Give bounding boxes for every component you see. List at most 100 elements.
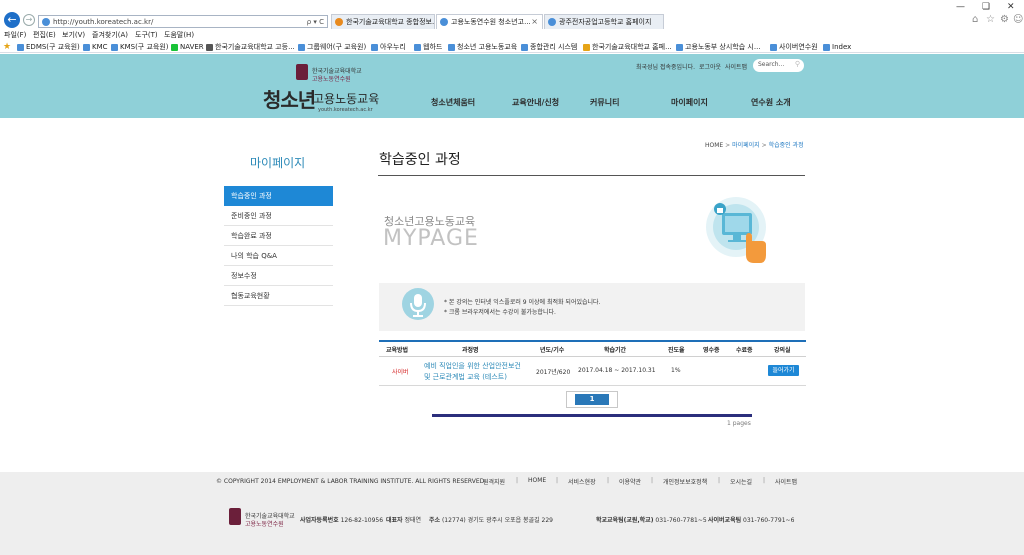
footer-separator: |	[718, 477, 721, 484]
close-window-icon[interactable]: ✕	[1007, 2, 1015, 12]
institute-logo-icon[interactable]	[296, 64, 308, 80]
sidebar-item-cooperation[interactable]: 협동교육현황	[224, 286, 333, 306]
favorite-link[interactable]: 청소년 고용노동교육	[447, 42, 517, 52]
favorite-icon	[676, 44, 683, 51]
footer-link-terms[interactable]: 이용약관	[619, 477, 641, 486]
address-bar[interactable]: http://youth.koreatech.ac.kr/ ρ ▾ C	[38, 15, 328, 28]
table-header-divider	[379, 356, 806, 357]
breadcrumb-section[interactable]: 마이페이지	[732, 142, 760, 149]
favorite-link[interactable]: 종합관리 시스템	[520, 42, 577, 52]
menu-help[interactable]: 도움말(H)	[164, 30, 194, 41]
favorite-link[interactable]: 한국기술교육대학교 홈페...	[582, 42, 672, 52]
browser-tab-1[interactable]: 한국기술교육대학교 종합정보...	[331, 14, 435, 29]
address-tools[interactable]: ρ ▾ C	[307, 17, 324, 27]
favorite-link[interactable]: 한국기술교육대학교 고등...	[205, 42, 295, 52]
enter-classroom-button[interactable]: 들어가기	[768, 365, 799, 376]
nav-mypage[interactable]: 마이페이지	[671, 97, 708, 108]
back-button[interactable]: ←	[4, 12, 20, 28]
brand-subtitle[interactable]: 고용노동교육	[313, 90, 379, 107]
pages-count: 1 pages	[727, 420, 751, 427]
forward-button[interactable]: →	[23, 14, 35, 26]
notice-ie: * 본 강의는 인터넷 익스플로러 9 이상에 최적화 되어있습니다.	[444, 299, 601, 306]
tab-title: 한국기술교육대학교 종합정보...	[346, 18, 435, 26]
favorite-icon	[823, 44, 830, 51]
welcome-text: 최국성님 접속중입니다.	[636, 64, 696, 71]
nav-education[interactable]: 교육안내/신청	[512, 97, 559, 108]
search-input[interactable]: Search... ⚲	[753, 59, 804, 72]
notice-box	[379, 283, 805, 331]
notice-chrome: * 크롬 브라우저에서는 수강이 불가능합니다.	[444, 309, 556, 316]
footer-link-charter[interactable]: 서비스현장	[568, 477, 596, 486]
menu-file[interactable]: 파일(F)	[4, 30, 26, 41]
favorite-link[interactable]: 고용노동부 상시학습 시...	[675, 42, 761, 52]
menu-view[interactable]: 보기(V)	[62, 30, 85, 41]
title-divider	[378, 175, 805, 176]
page-1-button[interactable]: 1	[575, 394, 609, 405]
menu-favorites[interactable]: 즐겨찾기(A)	[92, 30, 128, 41]
table-header-progress: 진도율	[668, 347, 685, 354]
minimize-icon[interactable]: —	[956, 2, 965, 12]
search-placeholder: Search...	[758, 61, 785, 68]
footer-link-remote[interactable]: 원격지원	[483, 477, 505, 486]
table-header-method: 교육방법	[386, 347, 409, 354]
favorite-icon	[371, 44, 378, 51]
breadcrumb-home[interactable]: HOME	[705, 142, 723, 149]
sidebar-item-profile[interactable]: 정보수정	[224, 266, 333, 286]
favorite-link[interactable]: Index	[822, 42, 851, 52]
breadcrumb-separator: >	[725, 142, 731, 149]
brand-url: youth.koreatech.ac.kr	[318, 107, 373, 113]
browser-tab-3[interactable]: 광주전자공업고등학교 홈페이지	[544, 14, 664, 29]
search-icon[interactable]: ⚲	[795, 60, 800, 68]
logout-link[interactable]: 로그아웃	[699, 62, 721, 71]
tab-close-icon[interactable]: ×	[531, 15, 538, 29]
address-url[interactable]: http://youth.koreatech.ac.kr/	[53, 17, 153, 27]
settings-gear-icon[interactable]: ⚙	[1000, 14, 1009, 25]
favorites-star-icon[interactable]: ☆	[986, 14, 995, 25]
tab-favicon-icon	[548, 18, 556, 26]
footer-separator: |	[556, 477, 559, 484]
institute-subname: 고용노동연수원	[312, 76, 351, 83]
footer-business-number: 사업자등록번호 126-82-10956	[300, 517, 384, 524]
sidebar-item-preparing[interactable]: 준비중인 과정	[224, 206, 333, 226]
sitemap-link[interactable]: 사이트맵	[725, 62, 747, 71]
browser-menubar: 파일(F) 편집(E) 보기(V) 즐겨찾기(A) 도구(T) 도움말(H)	[0, 30, 1024, 41]
footer-link-directions[interactable]: 오시는길	[730, 477, 752, 486]
nav-community[interactable]: 커뮤니티	[590, 97, 619, 108]
footer-link-privacy[interactable]: 개인정보보호정책	[663, 477, 707, 486]
footer-separator: |	[651, 477, 654, 484]
favorite-link[interactable]: KMS(구 교육원)	[110, 42, 169, 52]
footer-link-home[interactable]: HOME	[528, 477, 546, 484]
menu-tools[interactable]: 도구(T)	[135, 30, 158, 41]
brand-title[interactable]: 청소년	[263, 84, 316, 113]
sidebar-item-completed[interactable]: 학습완료 과정	[224, 226, 333, 246]
sidebar-item-qna[interactable]: 나의 학습 Q&A	[224, 246, 333, 266]
pagination: 1	[566, 391, 618, 408]
menu-edit[interactable]: 편집(E)	[33, 30, 56, 41]
favorite-link[interactable]: 웹하드	[413, 42, 442, 52]
table-header-course: 과정명	[462, 347, 479, 354]
nav-youth[interactable]: 청소년체움터	[431, 97, 475, 108]
row-method: 사이버	[392, 369, 409, 376]
browser-tab-2[interactable]: 고용노동연수원 청소년고... ×	[436, 14, 543, 29]
favorite-link[interactable]: 사이버연수원	[769, 42, 818, 52]
breadcrumb-separator: >	[761, 142, 767, 149]
favorite-link[interactable]: EDMS(구 교육원)	[16, 42, 80, 52]
row-year: 2017년/620	[536, 369, 571, 376]
breadcrumb: HOME > 마이페이지 > 학습중인 과정	[705, 140, 804, 149]
home-icon[interactable]: ⌂	[972, 14, 978, 25]
row-progress: 1%	[671, 367, 681, 374]
row-course-link[interactable]: 예비 직업인을 위한 산업안전보건	[424, 361, 521, 371]
restore-icon[interactable]: ❏	[982, 2, 990, 12]
favorite-icon	[298, 44, 305, 51]
favorite-icon	[111, 44, 118, 51]
favorite-link[interactable]: KMC	[82, 42, 108, 52]
row-course-link[interactable]: 및 근로관계법 교육 (테스트)	[424, 372, 507, 382]
sidebar-item-learning[interactable]: 학습중인 과정	[224, 186, 333, 206]
favorite-link[interactable]: NAVER	[170, 42, 204, 52]
favorites-star-icon[interactable]: ★	[3, 42, 11, 52]
nav-about[interactable]: 연수원 소개	[751, 97, 791, 108]
feedback-icon[interactable]: ☺	[1013, 14, 1023, 25]
favorite-link[interactable]: 아우누리	[370, 42, 406, 52]
footer-link-sitemap[interactable]: 사이트맵	[775, 477, 797, 486]
favorite-link[interactable]: 그룹웨어(구 교육원)	[297, 42, 366, 52]
